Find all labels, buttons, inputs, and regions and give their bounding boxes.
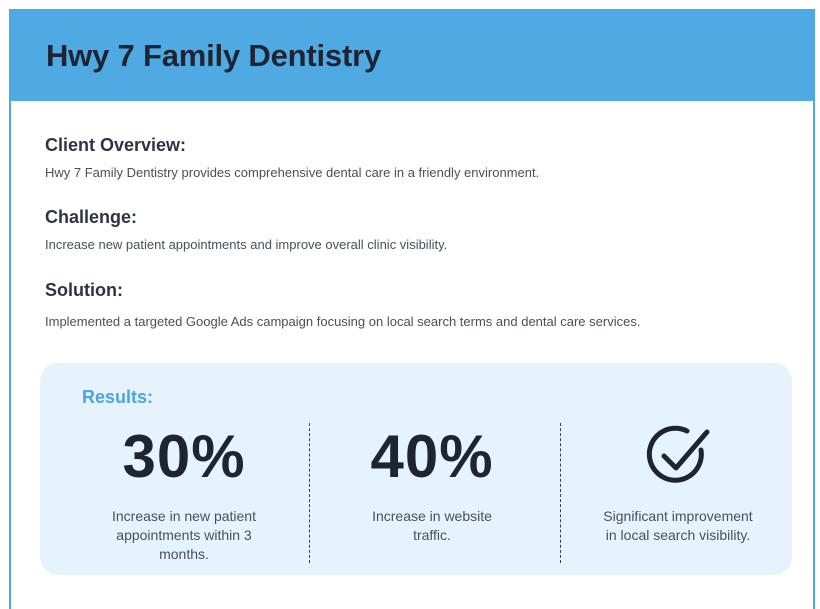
stat-caption: Increase in new patient appointments wit… [112,508,256,562]
check-circle-icon [643,420,713,495]
divider [309,423,310,563]
stat-value: 30% [122,423,246,490]
client-overview-text: Hwy 7 Family Dentistry provides comprehe… [45,165,540,180]
client-overview-section: Client Overview: Hwy 7 Family Dentistry … [45,135,539,180]
stat-caption: Significant improvement in local search … [603,508,753,543]
results-panel: Results: 30% Increase in new patient app… [40,363,792,575]
solution-heading: Solution: [45,280,123,300]
stat-value: 40% [370,423,494,490]
stat-visibility: Significant improvement in local search … [588,421,768,545]
case-study-card: Hwy 7 Family Dentistry Client Overview: … [9,9,815,609]
stat-caption: Increase in website traffic. [372,508,492,543]
solution-text: Implemented a targeted Google Ads campai… [45,314,641,329]
divider [560,423,561,563]
results-title: Results: [82,387,154,407]
solution-section: Solution: Implemented a targeted Google … [45,280,640,329]
challenge-heading: Challenge: [45,207,138,227]
client-overview-heading: Client Overview: [45,135,187,155]
stat-appointments: 30% Increase in new patient appointments… [94,421,274,564]
header-bar: Hwy 7 Family Dentistry [11,11,813,101]
page-title: Hwy 7 Family Dentistry [46,38,381,73]
stat-traffic: 40% Increase in website traffic. [342,421,522,545]
challenge-section: Challenge: Increase new patient appointm… [45,207,447,252]
challenge-text: Increase new patient appointments and im… [45,237,448,252]
